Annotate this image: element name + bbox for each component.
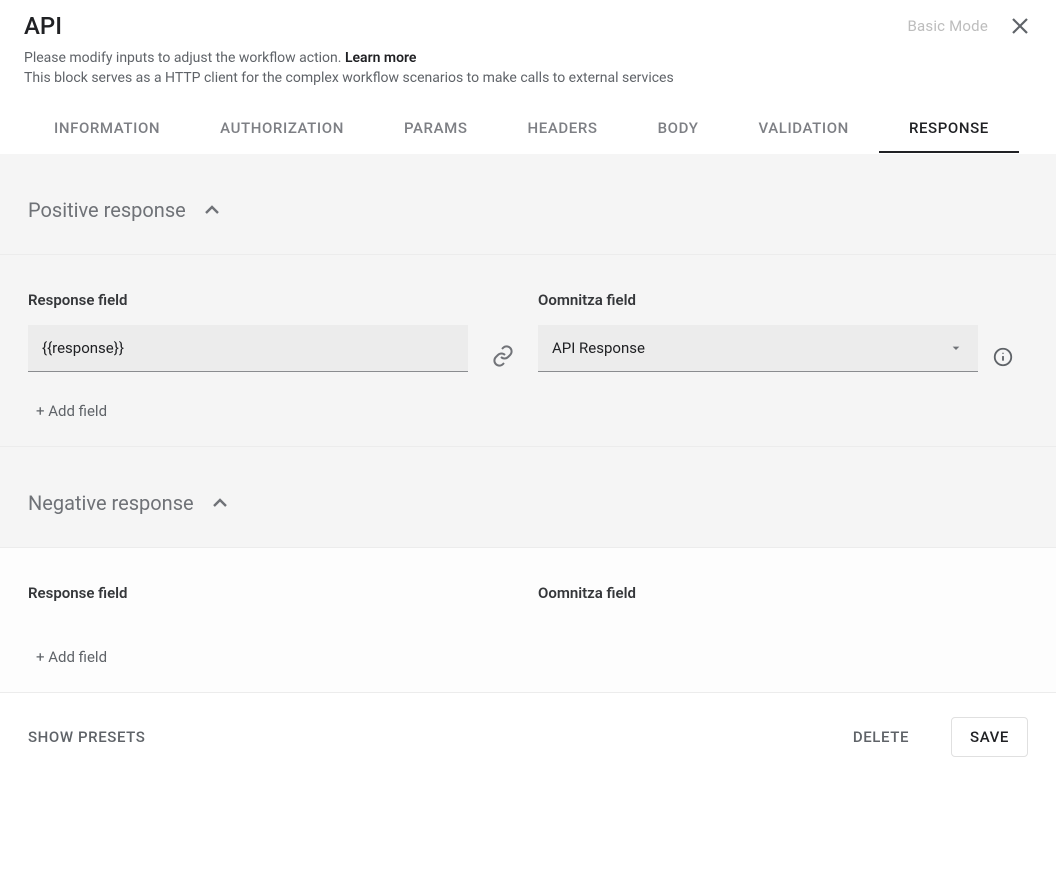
response-field-label: Response field bbox=[28, 291, 468, 309]
tab-information[interactable]: INFORMATION bbox=[24, 105, 190, 153]
positive-field-row: Response field Oomnitza field API Respon… bbox=[28, 291, 1028, 372]
link-icon bbox=[491, 344, 515, 368]
header-row: API Basic Mode bbox=[0, 0, 1056, 48]
page-title: API bbox=[24, 12, 62, 40]
description-line-1: Please modify inputs to adjust the workf… bbox=[24, 48, 1032, 68]
oomnitza-field-label: Oomnitza field bbox=[538, 291, 978, 309]
link-icon-col bbox=[468, 344, 538, 372]
positive-section-header[interactable]: Positive response bbox=[0, 154, 1056, 254]
positive-add-field-button[interactable]: + Add field bbox=[28, 400, 1028, 422]
response-field-label: Response field bbox=[28, 584, 468, 602]
tab-authorization[interactable]: AUTHORIZATION bbox=[190, 105, 374, 153]
header-right: Basic Mode bbox=[907, 14, 1032, 38]
tab-headers[interactable]: HEADERS bbox=[498, 105, 628, 153]
close-icon[interactable] bbox=[1008, 14, 1032, 38]
negative-section-header[interactable]: Negative response bbox=[0, 447, 1056, 547]
positive-oomnitza-col: Oomnitza field API Response bbox=[538, 291, 978, 372]
oomnitza-field-value: API Response bbox=[552, 339, 645, 357]
positive-section-title: Positive response bbox=[28, 198, 186, 222]
info-col bbox=[978, 346, 1028, 372]
tab-params[interactable]: PARAMS bbox=[374, 105, 498, 153]
positive-section-body: Response field Oomnitza field API Respon… bbox=[0, 254, 1056, 447]
chevron-up-icon[interactable] bbox=[200, 198, 224, 222]
spacer bbox=[978, 584, 1028, 588]
chevron-up-icon[interactable] bbox=[208, 491, 232, 515]
footer-right: DELETE SAVE bbox=[835, 717, 1028, 757]
negative-add-field-button[interactable]: + Add field bbox=[28, 646, 1028, 668]
response-field-input[interactable] bbox=[28, 325, 468, 372]
description-block: Please modify inputs to adjust the workf… bbox=[0, 48, 1056, 105]
tab-body[interactable]: BODY bbox=[628, 105, 729, 153]
mode-link[interactable]: Basic Mode bbox=[907, 17, 988, 35]
tab-bar: INFORMATION AUTHORIZATION PARAMS HEADERS… bbox=[0, 105, 1056, 154]
tab-validation[interactable]: VALIDATION bbox=[728, 105, 878, 153]
content-area: Positive response Response field Oomnitz… bbox=[0, 154, 1056, 693]
delete-button[interactable]: DELETE bbox=[835, 718, 927, 756]
learn-more-link[interactable]: Learn more bbox=[345, 50, 416, 66]
description-line-2: This block serves as a HTTP client for t… bbox=[24, 68, 1032, 88]
negative-response-col: Response field bbox=[28, 584, 468, 618]
spacer bbox=[468, 584, 538, 588]
oomnitza-field-label: Oomnitza field bbox=[538, 584, 978, 602]
description-prefix: Please modify inputs to adjust the workf… bbox=[24, 50, 345, 66]
negative-oomnitza-col: Oomnitza field bbox=[538, 584, 978, 618]
negative-section-body: Response field Oomnitza field + Add fiel… bbox=[0, 547, 1056, 693]
footer: SHOW PRESETS DELETE SAVE bbox=[0, 693, 1056, 781]
info-icon[interactable] bbox=[992, 346, 1014, 368]
negative-section-title: Negative response bbox=[28, 491, 194, 515]
negative-field-row: Response field Oomnitza field bbox=[28, 584, 1028, 618]
tab-response[interactable]: RESPONSE bbox=[879, 105, 1019, 153]
show-presets-button[interactable]: SHOW PRESETS bbox=[28, 728, 146, 746]
chevron-down-icon bbox=[948, 340, 964, 356]
positive-response-col: Response field bbox=[28, 291, 468, 372]
save-button[interactable]: SAVE bbox=[951, 717, 1028, 757]
oomnitza-field-select[interactable]: API Response bbox=[538, 325, 978, 372]
